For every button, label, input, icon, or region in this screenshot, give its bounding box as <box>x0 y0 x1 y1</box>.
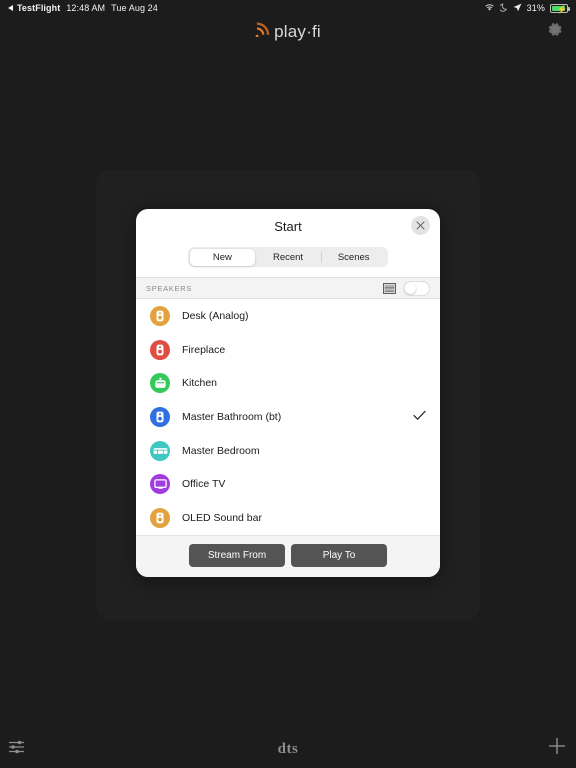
list-item[interactable]: Kitchen <box>136 366 440 400</box>
top-bar: play·fi <box>0 16 576 48</box>
list-item[interactable]: Master Bathroom (bt) <box>136 400 440 434</box>
equalizer-icon[interactable] <box>8 739 26 760</box>
speaker-icon <box>150 305 170 326</box>
speaker-list: Desk (Analog) Fireplace Kitchen Master B… <box>136 299 440 535</box>
list-item[interactable]: Desk (Analog) <box>136 299 440 333</box>
tab-bar: New Recent Scenes <box>136 247 440 277</box>
tv-icon <box>150 474 170 495</box>
status-date: Tue Aug 24 <box>111 3 158 13</box>
dts-logo: dts <box>277 741 299 757</box>
playfi-logo-text: play·fi <box>274 22 321 41</box>
app-root: TestFlight 12:48 AM Tue Aug 24 31% ⚡ pla… <box>0 0 576 768</box>
speakers-toggle[interactable] <box>403 280 430 296</box>
tab-recent[interactable]: Recent <box>255 249 321 266</box>
list-item[interactable]: Fireplace <box>136 333 440 367</box>
speaker-name: Kitchen <box>182 377 218 390</box>
section-title: SPEAKERS <box>146 283 193 293</box>
gear-icon[interactable] <box>547 21 564 43</box>
speaker-grid-icon[interactable] <box>383 282 396 294</box>
start-dialog: Start New Recent Scenes SPEAKERS Desk (A… <box>136 209 440 577</box>
speaker-icon <box>150 339 170 360</box>
wifi-icon <box>484 3 495 14</box>
playfi-logo: play·fi <box>255 22 321 42</box>
speaker-name: Desk (Analog) <box>182 309 249 322</box>
speaker-name: Master Bathroom (bt) <box>182 410 282 423</box>
checkmark-icon <box>413 408 426 426</box>
playfi-waves-icon <box>255 22 270 42</box>
stream-from-button[interactable]: Stream From <box>189 543 285 567</box>
list-item[interactable]: OLED Sound bar <box>136 501 440 535</box>
speaker-name: OLED Sound bar <box>182 511 262 524</box>
tab-new[interactable]: New <box>189 248 256 266</box>
play-to-button[interactable]: Play To <box>291 543 387 567</box>
speaker-name: Master Bedroom <box>182 444 260 457</box>
speaker-icon <box>150 507 170 528</box>
tab-scenes[interactable]: Scenes <box>320 249 387 266</box>
speaker-icon <box>150 406 170 427</box>
segmented-control: New Recent Scenes <box>188 247 388 267</box>
speakers-section-header: SPEAKERS <box>136 277 440 299</box>
page-title: Start <box>274 219 302 234</box>
bottom-bar: dts <box>0 730 576 768</box>
speaker-name: Fireplace <box>182 343 226 356</box>
status-time: 12:48 AM <box>66 3 106 13</box>
dialog-footer: Stream From Play To <box>136 534 440 577</box>
status-back-app[interactable]: TestFlight <box>17 3 60 13</box>
list-item[interactable]: Master Bedroom <box>136 434 440 468</box>
list-item[interactable]: Office TV <box>136 467 440 501</box>
back-triangle-icon[interactable] <box>8 5 13 11</box>
soundbar-icon <box>150 440 170 461</box>
speaker-name: Office TV <box>182 478 226 491</box>
battery-charging-icon: ⚡ <box>550 3 570 14</box>
close-icon[interactable] <box>411 216 430 235</box>
dialog-header: Start <box>136 209 440 247</box>
boombox-icon <box>150 373 170 394</box>
battery-percent: 31% <box>526 3 545 13</box>
plus-icon[interactable] <box>548 737 566 760</box>
status-bar: TestFlight 12:48 AM Tue Aug 24 31% ⚡ <box>0 0 576 16</box>
moon-icon <box>498 3 508 14</box>
location-arrow-icon <box>513 3 522 14</box>
